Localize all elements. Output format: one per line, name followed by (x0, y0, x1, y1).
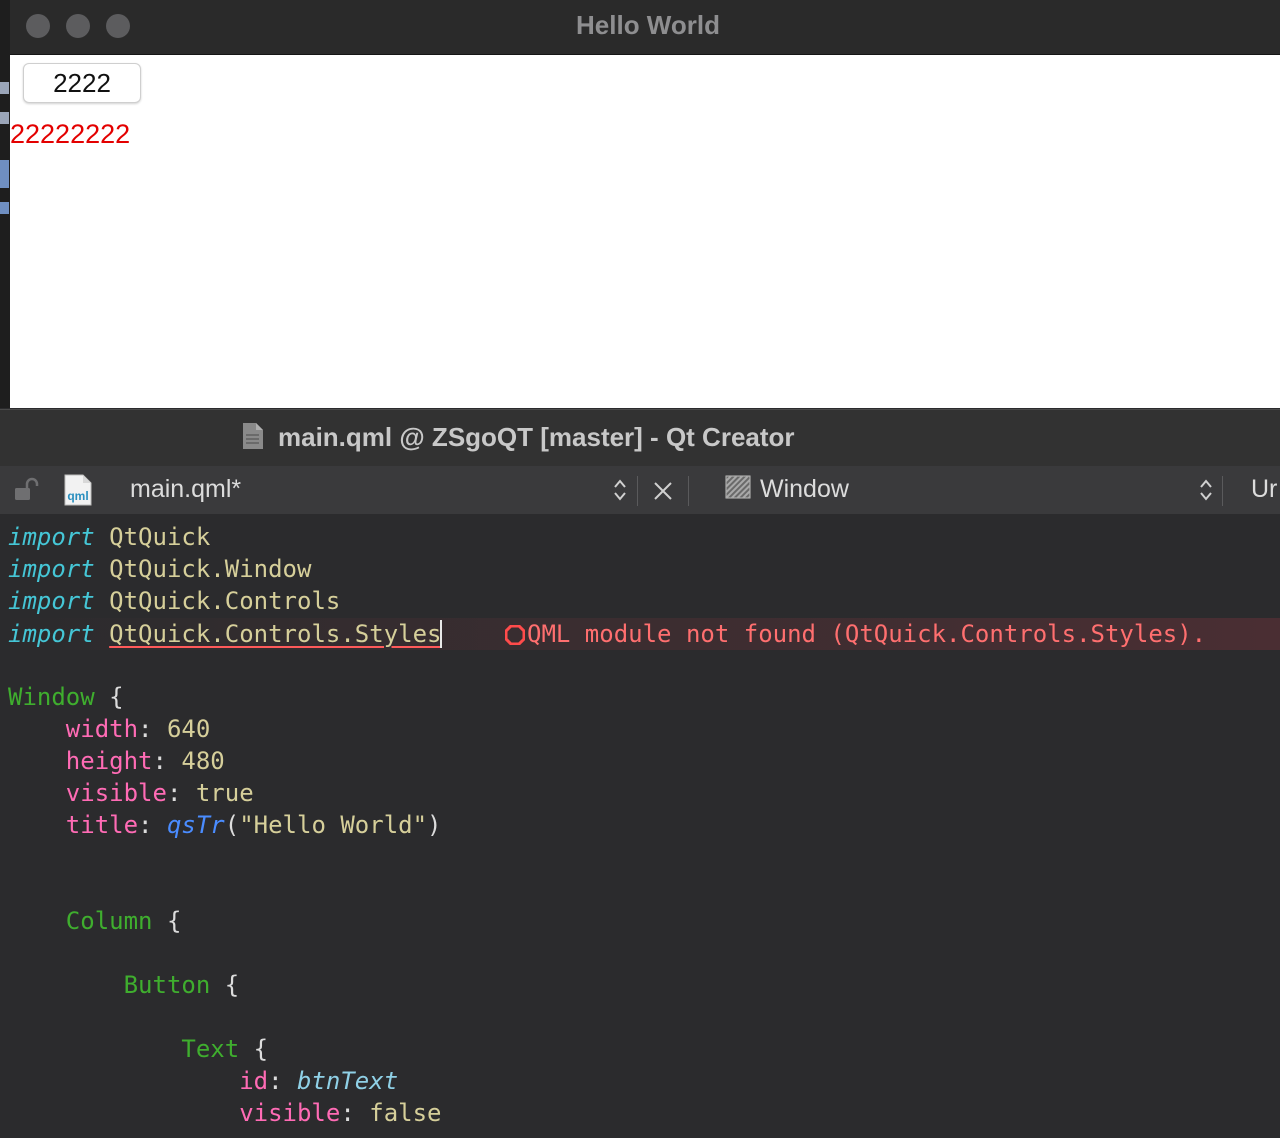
property-name: height (65, 747, 153, 775)
code-line: Text { (181, 1035, 269, 1063)
app-button[interactable]: 2222 (23, 63, 141, 103)
qt-creator-window-title: main.qml @ ZSgoQT [master] - Qt Creator (278, 422, 795, 452)
code-line: import QtQuick.Controls (8, 585, 340, 617)
hello-world-window: Hello World 2222 22222222 (10, 0, 1280, 408)
code-line: id: btnText (239, 1067, 399, 1095)
code-line: height: 480 (65, 747, 225, 775)
document-icon (243, 423, 263, 449)
window-type-icon (725, 475, 751, 499)
code-line: visible: false (239, 1099, 442, 1127)
type-text: Text (181, 1035, 240, 1063)
keyword-import: import (8, 523, 95, 551)
module-name-error: QtQuick.Controls.Styles (109, 620, 442, 648)
type-window: Window (8, 683, 95, 711)
string-literal: "Hello World" (239, 811, 428, 839)
keyword-import: import (8, 620, 95, 648)
code-line: import QtQuick.Window (8, 553, 311, 585)
id-value: btnText (297, 1067, 399, 1095)
module-name: QtQuick (109, 523, 211, 551)
property-value: false (369, 1099, 442, 1127)
app-window-title: Hello World (576, 10, 720, 40)
text-caret (440, 620, 442, 648)
keyword-import: import (8, 587, 95, 615)
background-marker (0, 82, 9, 94)
open-file-selector[interactable]: main.qml* (130, 466, 241, 512)
code-line: visible: true (65, 779, 254, 807)
code-line: Window { (8, 683, 124, 711)
code-line-error: import QtQuick.Controls.Styles (8, 618, 442, 650)
type-column: Column (65, 907, 153, 935)
code-line: Column { (65, 907, 182, 935)
code-line: width: 640 (65, 715, 211, 743)
up-down-chevron-icon[interactable] (613, 477, 627, 503)
property-name: visible (65, 779, 167, 807)
code-line: title: qsTr("Hello World") (65, 811, 442, 839)
background-marker (0, 160, 9, 188)
qml-file-icon-text: qml (67, 489, 88, 503)
background-marker (0, 202, 9, 214)
symbol-selector[interactable]: Window (760, 466, 849, 512)
inline-error-message: QML module not found (QtQuick.Controls.S… (505, 618, 1206, 650)
qml-file-icon: qml (64, 474, 92, 506)
app-titlebar[interactable]: Hello World (10, 0, 1280, 55)
error-icon (505, 625, 525, 645)
property-value: 480 (181, 747, 225, 775)
toolbar-divider (688, 476, 689, 506)
function-name: qsTr (166, 811, 225, 839)
module-name: QtQuick.Controls (109, 587, 341, 615)
type-button: Button (123, 971, 211, 999)
app-red-text: 22222222 (10, 119, 131, 149)
property-value: true (195, 779, 254, 807)
property-value: 640 (166, 715, 211, 743)
toolbar-divider (637, 476, 638, 506)
code-line: Button { (123, 971, 240, 999)
background-marker (0, 112, 9, 124)
keyword-import: import (8, 555, 95, 583)
code-line: import QtQuick (8, 521, 210, 553)
background-window-strip (0, 0, 10, 408)
property-name: title (65, 811, 139, 839)
module-name: QtQuick.Window (109, 555, 312, 583)
lock-icon[interactable] (13, 477, 39, 503)
up-down-chevron-icon[interactable] (1199, 477, 1213, 503)
error-message-text: QML module not found (QtQuick.Controls.S… (527, 620, 1207, 648)
close-document-icon[interactable] (652, 480, 674, 502)
property-name: width (65, 715, 139, 743)
encoding-selector[interactable]: Ur (1251, 466, 1277, 512)
property-name: visible (239, 1099, 341, 1127)
toolbar-divider (1222, 476, 1223, 506)
property-name: id (239, 1067, 269, 1095)
